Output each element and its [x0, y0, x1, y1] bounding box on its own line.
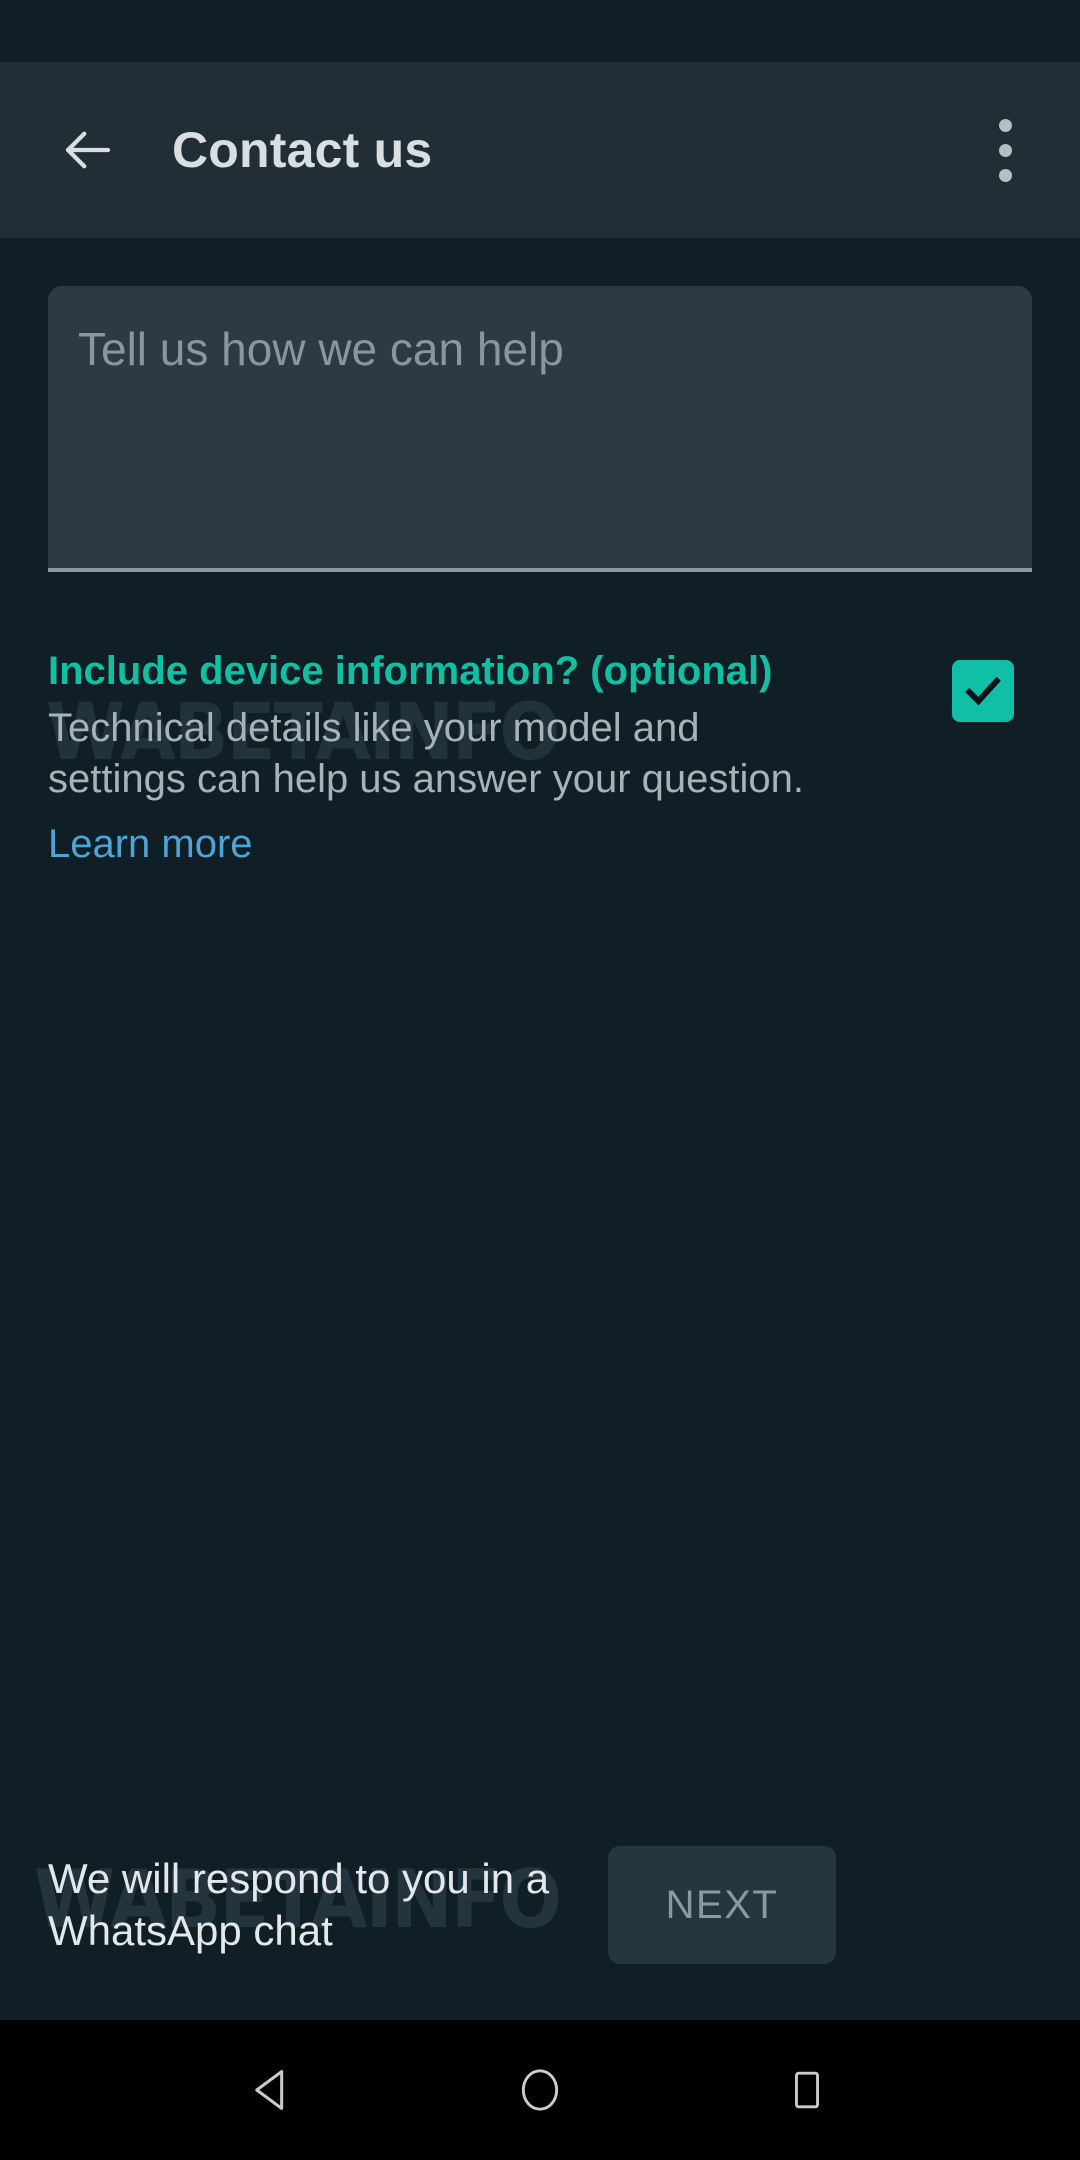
app-bar: Contact us [0, 62, 1080, 238]
nav-home-button[interactable] [480, 2030, 600, 2150]
footer-note: We will respond to you in a WhatsApp cha… [48, 1854, 550, 1955]
square-recents-icon [784, 2067, 830, 2113]
message-input[interactable]: Tell us how we can help [48, 286, 1032, 572]
message-input-placeholder: Tell us how we can help [78, 323, 564, 375]
status-bar [0, 0, 1080, 62]
arrow-left-icon [58, 120, 118, 180]
device-info-description: Technical details like your model and se… [48, 706, 804, 802]
android-nav-bar [0, 2020, 1080, 2160]
more-vertical-icon-dot [998, 118, 1012, 132]
more-vertical-icon-dot [998, 143, 1012, 157]
check-icon [961, 669, 1005, 713]
device-info-checkbox[interactable] [952, 660, 1014, 722]
overflow-menu-button[interactable] [960, 102, 1050, 198]
next-button[interactable]: NEXT [608, 1846, 836, 1964]
triangle-back-icon [247, 2064, 299, 2116]
device-info-text: Include device information? (optional) T… [48, 648, 848, 868]
more-vertical-icon-dot [998, 168, 1012, 182]
circle-home-icon [515, 2065, 565, 2115]
device-info-section: Include device information? (optional) T… [48, 648, 1032, 868]
device-info-title: Include device information? (optional) [48, 649, 773, 693]
nav-recents-button[interactable] [747, 2030, 867, 2150]
footer-bar: We will respond to you in a WhatsApp cha… [0, 1805, 1080, 2005]
learn-more-link[interactable]: Learn more [48, 820, 253, 868]
back-button[interactable] [40, 102, 136, 198]
page-title: Contact us [172, 122, 433, 178]
phone-screen: Contact us WABETAINFO WABETAINFO Tell us… [0, 0, 1080, 2160]
nav-back-button[interactable] [213, 2030, 333, 2150]
